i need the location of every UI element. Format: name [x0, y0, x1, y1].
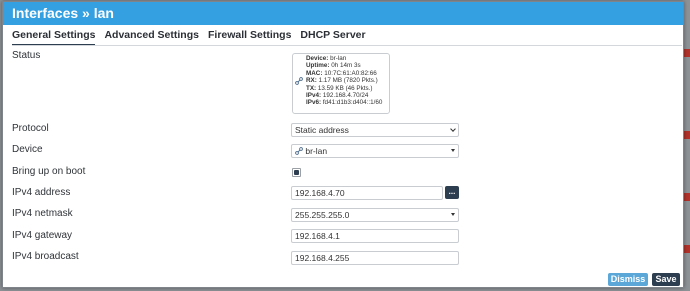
ipv4-broadcast-input[interactable]: 192.168.4.255	[291, 251, 459, 265]
ipv4-address-label: IPv4 address	[12, 187, 71, 198]
status-panel: Device: br-lan Uptime: 0h 14m 3s MAC: 10…	[292, 53, 390, 114]
dismiss-button[interactable]: Dismiss	[608, 273, 648, 286]
tab-firewall-settings[interactable]: Firewall Settings	[208, 29, 291, 43]
dialog-title: Interfaces » lan	[3, 2, 683, 25]
status-ipv4-key: IPv4:	[306, 92, 322, 100]
status-uptime-value: 0h 14m 3s	[331, 62, 361, 70]
interface-dialog: Interfaces » lan General Settings Advanc…	[2, 1, 684, 288]
status-mac-value: 10:7C:61:A0:82:66	[324, 69, 377, 77]
status-ipv4-value: 192.168.4.70/24	[322, 92, 369, 100]
tab-dhcp-server[interactable]: DHCP Server	[300, 29, 365, 43]
tab-bar: General Settings Advanced Settings Firew…	[12, 29, 366, 46]
tab-divider	[12, 45, 682, 46]
status-rx-key: RX:	[306, 77, 317, 85]
device-select-value: br-lan	[305, 146, 328, 156]
status-mac-key: MAC:	[306, 69, 323, 77]
ipv4-netmask-select[interactable]: 255.255.255.0	[291, 208, 459, 222]
background-marker	[684, 49, 690, 57]
status-device-key: Device:	[306, 55, 329, 62]
checkbox-checked-mark	[294, 170, 299, 175]
background-marker	[684, 193, 690, 201]
ipv4-broadcast-label: IPv4 broadcast	[12, 251, 79, 262]
network-device-icon	[295, 77, 303, 85]
ipv4-address-input[interactable]: 192.168.4.70	[291, 186, 443, 200]
status-rx-value: 1.17 MB (7820 Pkts.)	[318, 77, 378, 85]
protocol-select-value: Static address	[295, 125, 349, 135]
tab-advanced-settings[interactable]: Advanced Settings	[104, 29, 199, 43]
protocol-label: Protocol	[12, 123, 49, 134]
status-device-value: br-lan	[330, 55, 347, 62]
boot-checkbox[interactable]	[292, 168, 301, 177]
device-label: Device	[12, 144, 43, 155]
ipv4-address-more-button[interactable]: ...	[445, 186, 459, 199]
status-tx-value: 13.59 KB (46 Pkts.)	[317, 84, 373, 92]
network-device-icon	[295, 147, 303, 155]
tab-general-settings[interactable]: General Settings	[12, 29, 96, 46]
ipv4-gateway-label: IPv4 gateway	[12, 230, 73, 241]
ipv4-gateway-input[interactable]: 192.168.4.1	[291, 229, 459, 243]
status-label: Status	[12, 50, 41, 61]
ipv4-netmask-label: IPv4 netmask	[12, 208, 73, 219]
ipv4-netmask-value: 255.255.255.0	[295, 210, 350, 220]
device-select[interactable]: br-lan	[291, 144, 459, 158]
status-ipv6-key: IPv6:	[306, 99, 322, 107]
background-marker	[684, 131, 690, 139]
status-tx-key: TX:	[306, 84, 317, 92]
background-marker	[684, 245, 690, 253]
protocol-select[interactable]: Static address	[291, 123, 459, 137]
save-button[interactable]: Save	[652, 273, 680, 286]
status-ipv6-value: fd41:d1b3:d404::1/60	[322, 99, 383, 107]
boot-label: Bring up on boot	[12, 166, 86, 177]
status-uptime-key: Uptime:	[306, 62, 330, 70]
